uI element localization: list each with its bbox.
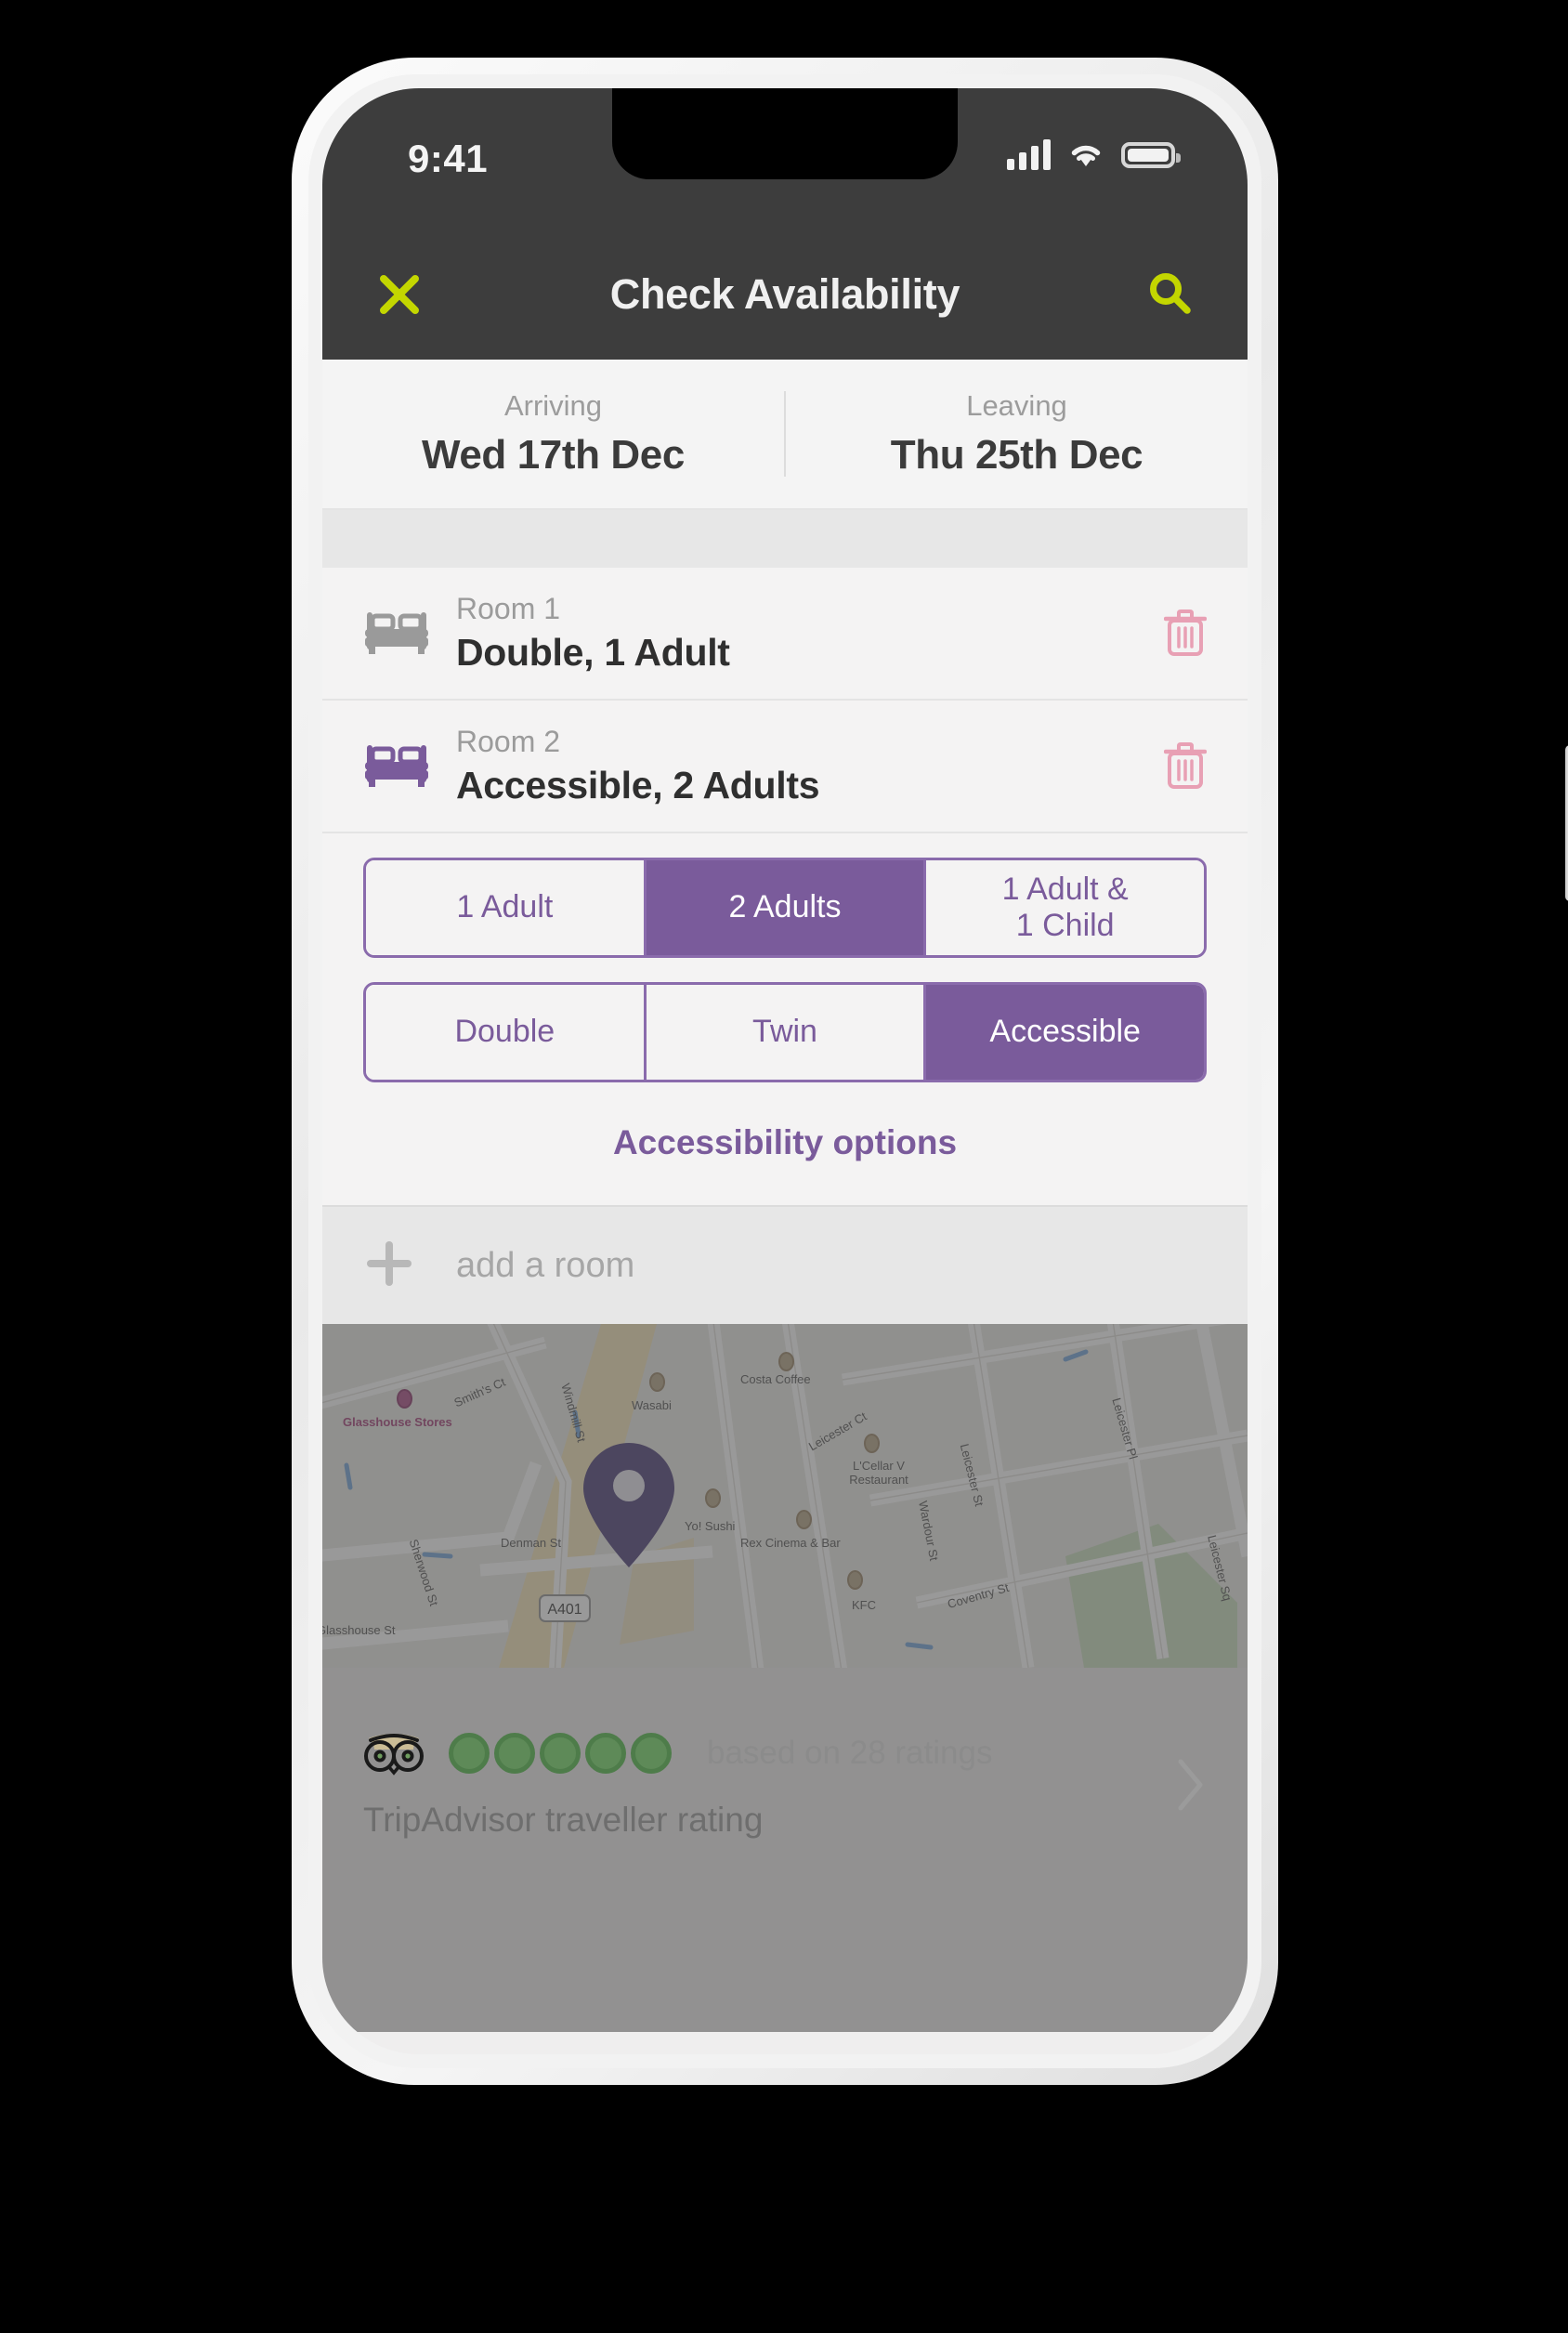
add-room-button[interactable]: add a room bbox=[322, 1205, 1248, 1324]
search-icon bbox=[1150, 273, 1191, 314]
map-poi-icon bbox=[864, 1434, 880, 1453]
page-title: Check Availability bbox=[609, 270, 960, 318]
leaving-date-cell[interactable]: Leaving Thu 25th Dec bbox=[786, 389, 1248, 478]
room-text: Room 2 Accessible, 2 Adults bbox=[449, 725, 1142, 807]
room-type-segmented-control: Double Twin Accessible bbox=[363, 982, 1207, 1082]
status-bar-time: 9:41 bbox=[408, 137, 489, 180]
device-notch bbox=[612, 88, 958, 179]
map-label: L'Cellar V Restaurant bbox=[849, 1459, 908, 1487]
occupancy-option-2-adults[interactable]: 2 Adults bbox=[646, 860, 927, 955]
rooms-card: Room 1 Double, 1 Adult Room 2 Accessible… bbox=[322, 568, 1248, 1205]
room-label: Room 2 bbox=[456, 725, 561, 758]
leaving-value: Thu 25th Dec bbox=[890, 432, 1143, 478]
map-label: Glasshouse Stores bbox=[343, 1415, 452, 1429]
rating-count-text: based on 28 ratings bbox=[707, 1735, 993, 1771]
bed-icon bbox=[363, 740, 449, 793]
status-bar-icons bbox=[1007, 139, 1181, 170]
map-label: Rex Cinema & Bar bbox=[740, 1536, 841, 1550]
close-x-icon bbox=[380, 275, 419, 314]
section-spacer bbox=[322, 510, 1248, 568]
room-type-control-wrap: Double Twin Accessible bbox=[322, 958, 1248, 1082]
map-label: Costa Coffee bbox=[740, 1372, 811, 1386]
rating-bubble bbox=[494, 1733, 535, 1774]
phone-screen: 9:41 Check Availability Arriving Wed 17t… bbox=[322, 88, 1248, 2054]
bottom-overlay-dim bbox=[322, 1902, 1248, 2032]
delete-room-button[interactable] bbox=[1142, 609, 1207, 659]
map-label: Yo! Sushi bbox=[685, 1519, 736, 1533]
wifi-icon bbox=[1071, 145, 1101, 166]
map-label: Glasshouse St bbox=[322, 1623, 396, 1637]
occupancy-control-wrap: 1 Adult 2 Adults 1 Adult & 1 Child bbox=[322, 833, 1248, 958]
tripadvisor-caption: TripAdvisor traveller rating bbox=[363, 1801, 764, 1839]
tripadvisor-content: based on 28 ratings TripAdvisor travelle… bbox=[363, 1730, 1151, 1840]
occupancy-option-1-adult[interactable]: 1 Adult bbox=[366, 860, 647, 955]
accessibility-options-link[interactable]: Accessibility options bbox=[322, 1082, 1248, 1205]
rating-bubble bbox=[540, 1733, 581, 1774]
bottom-area bbox=[322, 1902, 1248, 2032]
arriving-date-cell[interactable]: Arriving Wed 17th Dec bbox=[322, 389, 784, 478]
chevron-right-icon[interactable] bbox=[1151, 1756, 1207, 1814]
battery-full-icon bbox=[1121, 142, 1181, 168]
location-map[interactable]: A401 Glasshouse Stores Smith's Ct Windmi… bbox=[322, 1324, 1248, 1668]
nav-header: Check Availability bbox=[322, 229, 1248, 360]
date-range-bar: Arriving Wed 17th Dec Leaving Thu 25th D… bbox=[322, 360, 1248, 510]
trash-icon bbox=[1164, 741, 1207, 789]
map-poi-icon bbox=[847, 1570, 863, 1590]
room-type-option-twin[interactable]: Twin bbox=[646, 985, 927, 1080]
occupancy-segmented-control: 1 Adult 2 Adults 1 Adult & 1 Child bbox=[363, 858, 1207, 958]
map-label: KFC bbox=[852, 1598, 876, 1612]
rating-bubble bbox=[449, 1733, 490, 1774]
arriving-label: Arriving bbox=[503, 389, 603, 422]
phone-device-frame: 9:41 Check Availability Arriving Wed 17t… bbox=[292, 58, 1568, 2085]
rating-bubble bbox=[585, 1733, 626, 1774]
rating-bubbles bbox=[449, 1733, 672, 1774]
room-value: Accessible, 2 Adults bbox=[456, 764, 820, 806]
delete-room-button[interactable] bbox=[1142, 741, 1207, 792]
tripadvisor-rating-line: based on 28 ratings bbox=[363, 1730, 1151, 1776]
status-bar: 9:41 bbox=[322, 88, 1248, 229]
map-poi-icon bbox=[705, 1488, 721, 1508]
map-label: Wasabi bbox=[632, 1398, 672, 1412]
bed-icon bbox=[363, 607, 449, 660]
map-poi-icon bbox=[778, 1352, 794, 1371]
close-button[interactable] bbox=[367, 262, 432, 327]
tripadvisor-rating-row[interactable]: based on 28 ratings TripAdvisor travelle… bbox=[322, 1668, 1248, 1902]
map-poi-icon bbox=[796, 1510, 812, 1529]
room-type-option-double[interactable]: Double bbox=[366, 985, 647, 1080]
room-type-option-accessible[interactable]: Accessible bbox=[926, 985, 1204, 1080]
screenshot-stage: 9:41 Check Availability Arriving Wed 17t… bbox=[0, 0, 1568, 2333]
svg-text:A401: A401 bbox=[547, 1602, 581, 1618]
room-value: Double, 1 Adult bbox=[456, 631, 730, 674]
room-label: Room 1 bbox=[456, 592, 561, 625]
map-poi-icon bbox=[649, 1372, 665, 1392]
leaving-label: Leaving bbox=[966, 389, 1067, 422]
room-text: Room 1 Double, 1 Adult bbox=[449, 592, 1142, 675]
trash-icon bbox=[1164, 609, 1207, 656]
table-row[interactable]: Room 2 Accessible, 2 Adults bbox=[322, 701, 1248, 833]
tripadvisor-owl-icon bbox=[364, 1734, 424, 1776]
plus-icon bbox=[363, 1238, 449, 1294]
signal-bars-icon bbox=[1007, 139, 1051, 170]
map-poi-icon bbox=[397, 1389, 412, 1409]
search-button[interactable] bbox=[1138, 262, 1203, 327]
map-label: Denman St bbox=[501, 1536, 562, 1550]
table-row[interactable]: Room 1 Double, 1 Adult bbox=[322, 568, 1248, 701]
occupancy-option-1-adult-1-child[interactable]: 1 Adult & 1 Child bbox=[926, 860, 1204, 955]
add-room-label: add a room bbox=[456, 1245, 635, 1285]
rating-bubble bbox=[631, 1733, 672, 1774]
arriving-value: Wed 17th Dec bbox=[422, 432, 685, 478]
